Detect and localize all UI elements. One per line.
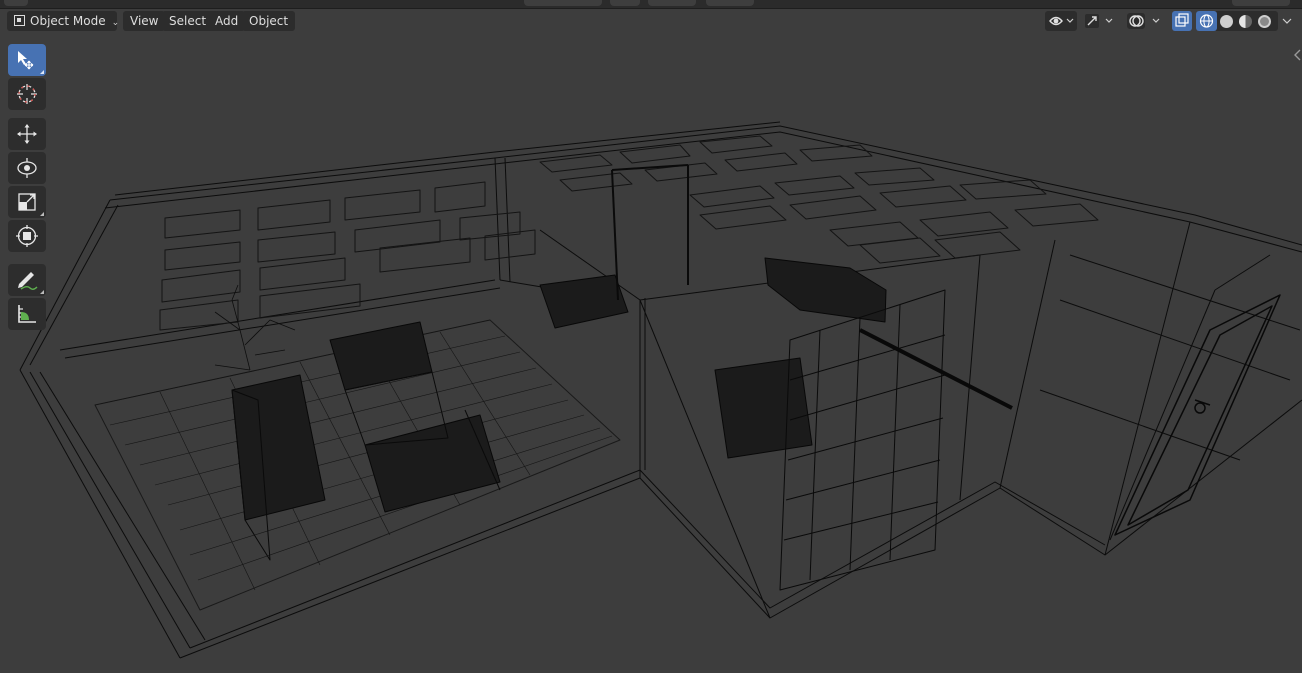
tool-move[interactable] (8, 118, 46, 150)
menu-select[interactable]: Select (162, 11, 214, 31)
shading-options-dropdown[interactable] (1278, 11, 1296, 31)
roof-outline (109, 125, 1302, 246)
gizmo-icon (1085, 14, 1113, 28)
mode-label: Object Mode (30, 14, 106, 28)
overlays-icon (1127, 13, 1160, 29)
cursor-icon (17, 84, 37, 104)
sidebar-toggle-arrow[interactable] (1292, 47, 1302, 63)
overlays-toggle[interactable] (1124, 11, 1166, 31)
select-box-icon (18, 51, 34, 70)
wireframe-scene (19, 121, 1302, 659)
shading-mode-group (1196, 11, 1278, 31)
menu-object[interactable]: Object (242, 11, 296, 31)
chevron-down-icon (1282, 18, 1292, 24)
scale-icon (18, 193, 36, 211)
tool-scale[interactable] (8, 186, 46, 218)
tool-rotate[interactable] (8, 152, 46, 184)
wireframe-shading-button[interactable] (1196, 11, 1217, 31)
gizmo-toggle[interactable] (1082, 11, 1118, 31)
snapping-toggle[interactable] (648, 0, 696, 6)
xray-icon (1175, 13, 1189, 27)
move-icon (17, 124, 37, 144)
editor-type-icon[interactable] (4, 0, 28, 6)
tool-measure[interactable] (8, 298, 46, 330)
material-preview-button[interactable] (1239, 15, 1252, 28)
xray-toggle[interactable] (1172, 11, 1192, 31)
options-dropdown[interactable] (1232, 0, 1290, 6)
chevron-down-icon: ⌄ (111, 18, 120, 28)
mode-dropdown[interactable]: Object Mode ⌄ (7, 11, 120, 31)
menu-view[interactable]: View (123, 11, 166, 31)
transform-icon (16, 225, 38, 247)
rendered-shading-button[interactable] (1258, 15, 1271, 28)
viewport-header: Object Mode ⌄ View Select Add Object (0, 9, 1302, 33)
transform-orientation-dropdown[interactable] (524, 0, 602, 6)
3d-viewport[interactable] (0, 0, 1302, 673)
editor-top-strip (0, 0, 1302, 9)
measure-ruler-icon (18, 305, 36, 323)
tool-transform[interactable] (8, 220, 46, 252)
tool-select-box[interactable] (8, 44, 46, 76)
wireframe-sphere-icon (1199, 14, 1214, 28)
eye-icon (1049, 16, 1074, 26)
tool-cursor[interactable] (8, 78, 46, 110)
annotate-pencil-icon (18, 272, 38, 290)
rotate-icon (17, 158, 37, 178)
menu-add[interactable]: Add (208, 11, 246, 31)
tool-annotate[interactable] (8, 264, 46, 296)
object-mode-icon (14, 15, 25, 26)
pivot-point-dropdown[interactable] (610, 0, 640, 6)
solid-shading-button[interactable] (1220, 15, 1233, 28)
proportional-editing-toggle[interactable] (706, 0, 754, 6)
visibility-dropdown[interactable] (1045, 11, 1077, 31)
